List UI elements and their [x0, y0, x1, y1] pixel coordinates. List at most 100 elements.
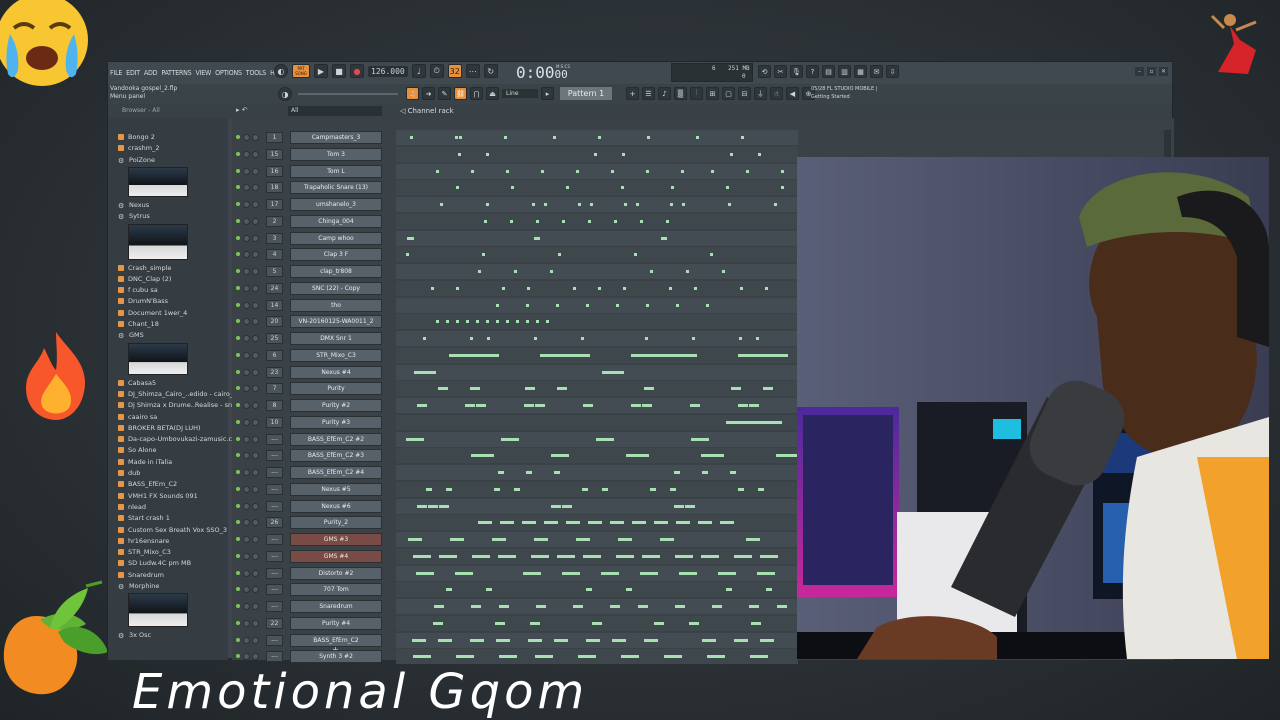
pan-knob[interactable] — [243, 552, 250, 560]
step-note[interactable] — [726, 186, 729, 190]
step-note[interactable] — [676, 303, 679, 307]
step-note[interactable] — [478, 521, 492, 525]
channel-led[interactable] — [236, 436, 240, 441]
channel-name-button[interactable]: STR_Mixo_C3 — [290, 348, 382, 362]
channel-rack-icon[interactable]: ▒ — [674, 87, 687, 100]
volume-knob[interactable] — [252, 502, 259, 510]
step-note[interactable] — [498, 554, 516, 558]
volume-knob[interactable] — [252, 150, 259, 158]
step-note[interactable] — [654, 521, 668, 525]
step-note[interactable] — [535, 404, 545, 407]
channel-led[interactable] — [236, 386, 240, 391]
step-note[interactable] — [612, 638, 626, 642]
step-note[interactable] — [588, 521, 602, 525]
pan-knob[interactable] — [243, 469, 250, 476]
step-note[interactable] — [776, 454, 794, 458]
step-note[interactable] — [754, 353, 772, 357]
save-icon[interactable]: ▤ — [822, 65, 835, 78]
channel-steps[interactable] — [396, 649, 798, 665]
step-note[interactable] — [522, 521, 536, 525]
mixer-track-number[interactable]: 10 — [266, 416, 283, 428]
volume-knob[interactable] — [252, 619, 259, 627]
pan-knob[interactable] — [243, 301, 250, 309]
step-note[interactable] — [679, 353, 697, 357]
step-note[interactable] — [650, 270, 653, 273]
pan-knob[interactable] — [243, 217, 250, 225]
step-note[interactable] — [541, 169, 544, 173]
step-note[interactable] — [671, 186, 674, 190]
step-note[interactable] — [455, 136, 458, 139]
step-note[interactable] — [551, 454, 569, 458]
step-note[interactable] — [631, 404, 641, 407]
step-note[interactable] — [670, 203, 673, 206]
channel-led[interactable] — [236, 604, 240, 608]
step-note[interactable] — [726, 588, 732, 592]
file-icon[interactable]: ▢ — [722, 87, 735, 100]
step-note[interactable] — [436, 320, 439, 324]
channel-steps[interactable] — [396, 130, 798, 145]
step-note[interactable] — [614, 219, 617, 223]
step-note[interactable] — [622, 152, 625, 156]
step-note[interactable] — [686, 270, 689, 273]
stop-button[interactable]: ■ — [332, 64, 346, 78]
channel-steps[interactable] — [396, 498, 798, 514]
step-note[interactable] — [446, 487, 452, 491]
step-note[interactable] — [675, 554, 693, 558]
step-note[interactable] — [472, 554, 490, 558]
step-note[interactable] — [626, 454, 644, 458]
step-note[interactable] — [730, 152, 733, 156]
step-note[interactable] — [598, 136, 601, 139]
pan-knob[interactable] — [243, 653, 250, 661]
step-note[interactable] — [556, 303, 559, 307]
step-note[interactable] — [642, 554, 660, 558]
step-note[interactable] — [621, 186, 624, 190]
volume-knob[interactable] — [252, 284, 259, 292]
pan-knob[interactable] — [243, 184, 250, 192]
step-note[interactable] — [496, 320, 499, 324]
browser-item[interactable]: ⚙ 3x Osc — [118, 630, 151, 640]
step-note[interactable] — [738, 487, 744, 491]
channel-steps[interactable] — [396, 532, 798, 547]
step-note[interactable] — [558, 253, 561, 257]
pan-knob[interactable] — [243, 268, 250, 275]
step-note[interactable] — [781, 169, 784, 173]
step-note[interactable] — [738, 353, 756, 357]
step-note[interactable] — [731, 387, 741, 391]
browser-item[interactable]: Document 1wer_4 — [118, 308, 187, 318]
step-note[interactable] — [502, 286, 505, 290]
step-note[interactable] — [666, 219, 669, 223]
step-note[interactable] — [774, 203, 777, 206]
step-note[interactable] — [530, 621, 540, 625]
channel-led[interactable] — [236, 252, 240, 257]
step-note[interactable] — [532, 203, 535, 206]
channel-name-button[interactable]: Camp whoo — [290, 231, 382, 245]
step-note[interactable] — [456, 320, 459, 324]
channel-steps[interactable] — [396, 314, 798, 330]
pan-knob[interactable] — [243, 251, 250, 259]
step-note[interactable] — [602, 487, 608, 491]
step-note[interactable] — [610, 521, 624, 525]
volume-knob[interactable] — [252, 217, 259, 225]
step-note[interactable] — [534, 538, 548, 541]
step-note[interactable] — [406, 437, 424, 441]
mixer-track-number[interactable]: 22 — [266, 617, 283, 629]
volume-knob[interactable] — [252, 552, 259, 560]
browser-item[interactable]: Da-capo-Umbovukazi-zamusic.co-_5 — [118, 434, 246, 444]
channel-led[interactable] — [236, 269, 240, 273]
channel-led[interactable] — [236, 302, 240, 307]
mixer-track-number[interactable]: 16 — [266, 165, 283, 177]
mixer-track-number[interactable]: 18 — [266, 182, 283, 194]
step-note[interactable] — [528, 638, 542, 642]
channel-steps[interactable] — [396, 632, 798, 648]
step-note[interactable] — [537, 236, 540, 240]
browser-item[interactable]: Dj Shimza x Drume..Realise - snr 67 — [118, 400, 245, 410]
loop-record-icon[interactable]: ↻ — [483, 64, 498, 78]
mixer-track-number[interactable]: 24 — [266, 282, 283, 294]
step-note[interactable] — [557, 387, 567, 391]
step-note[interactable] — [540, 353, 558, 357]
download-icon[interactable]: ⇩ — [886, 65, 899, 78]
channel-steps[interactable] — [396, 247, 798, 263]
browser-item[interactable]: f cubu sa — [118, 285, 158, 295]
channel-led[interactable] — [236, 352, 240, 357]
step-note[interactable] — [576, 169, 579, 173]
